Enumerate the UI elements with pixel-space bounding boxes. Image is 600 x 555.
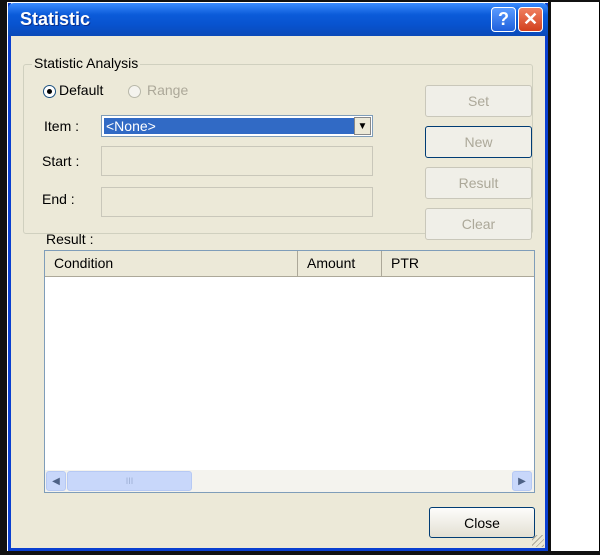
radio-default[interactable] bbox=[43, 85, 56, 98]
help-button[interactable]: ? bbox=[491, 7, 516, 32]
left-background bbox=[0, 0, 7, 555]
end-field bbox=[101, 187, 373, 217]
right-background bbox=[548, 0, 551, 555]
result-button: Result bbox=[425, 167, 532, 199]
radio-range bbox=[128, 85, 141, 98]
clear-button: Clear bbox=[425, 208, 532, 240]
item-combobox[interactable]: <None> ▼ bbox=[101, 115, 373, 137]
radio-default-label[interactable]: Default bbox=[59, 82, 103, 98]
item-selected-value: <None> bbox=[104, 118, 354, 134]
scroll-right-icon[interactable]: ▶ bbox=[512, 471, 532, 491]
start-label: Start : bbox=[42, 153, 80, 169]
item-label: Item : bbox=[44, 118, 80, 134]
new-button: New bbox=[425, 126, 532, 158]
help-icon: ? bbox=[498, 9, 509, 29]
end-label: End : bbox=[42, 191, 75, 207]
close-window-button[interactable]: ✕ bbox=[518, 7, 543, 32]
close-icon: ✕ bbox=[522, 9, 539, 29]
list-header: Condition Amount PTR bbox=[45, 251, 534, 277]
chevron-down-icon[interactable]: ▼ bbox=[354, 117, 371, 135]
top-background bbox=[0, 0, 600, 2]
set-button: Set bbox=[425, 85, 532, 117]
result-list[interactable]: Condition Amount PTR ◀ III ▶ bbox=[44, 250, 535, 493]
title-bar[interactable]: Statistic ? ✕ bbox=[8, 3, 548, 36]
scroll-thumb[interactable]: III bbox=[67, 471, 192, 491]
window-title: Statistic bbox=[20, 9, 91, 29]
radio-range-label: Range bbox=[147, 82, 189, 98]
horizontal-scrollbar[interactable]: ◀ III ▶ bbox=[45, 470, 534, 492]
column-header-ptr[interactable]: PTR bbox=[382, 251, 534, 276]
scroll-left-icon[interactable]: ◀ bbox=[46, 471, 66, 491]
bottom-background bbox=[0, 551, 600, 555]
column-header-amount[interactable]: Amount bbox=[298, 251, 382, 276]
column-header-condition[interactable]: Condition bbox=[45, 251, 298, 276]
close-button[interactable]: Close bbox=[429, 507, 535, 538]
group-title: Statistic Analysis bbox=[32, 55, 141, 71]
start-field bbox=[101, 146, 373, 176]
resize-grip-icon[interactable] bbox=[532, 535, 544, 547]
result-label: Result : bbox=[46, 231, 94, 247]
